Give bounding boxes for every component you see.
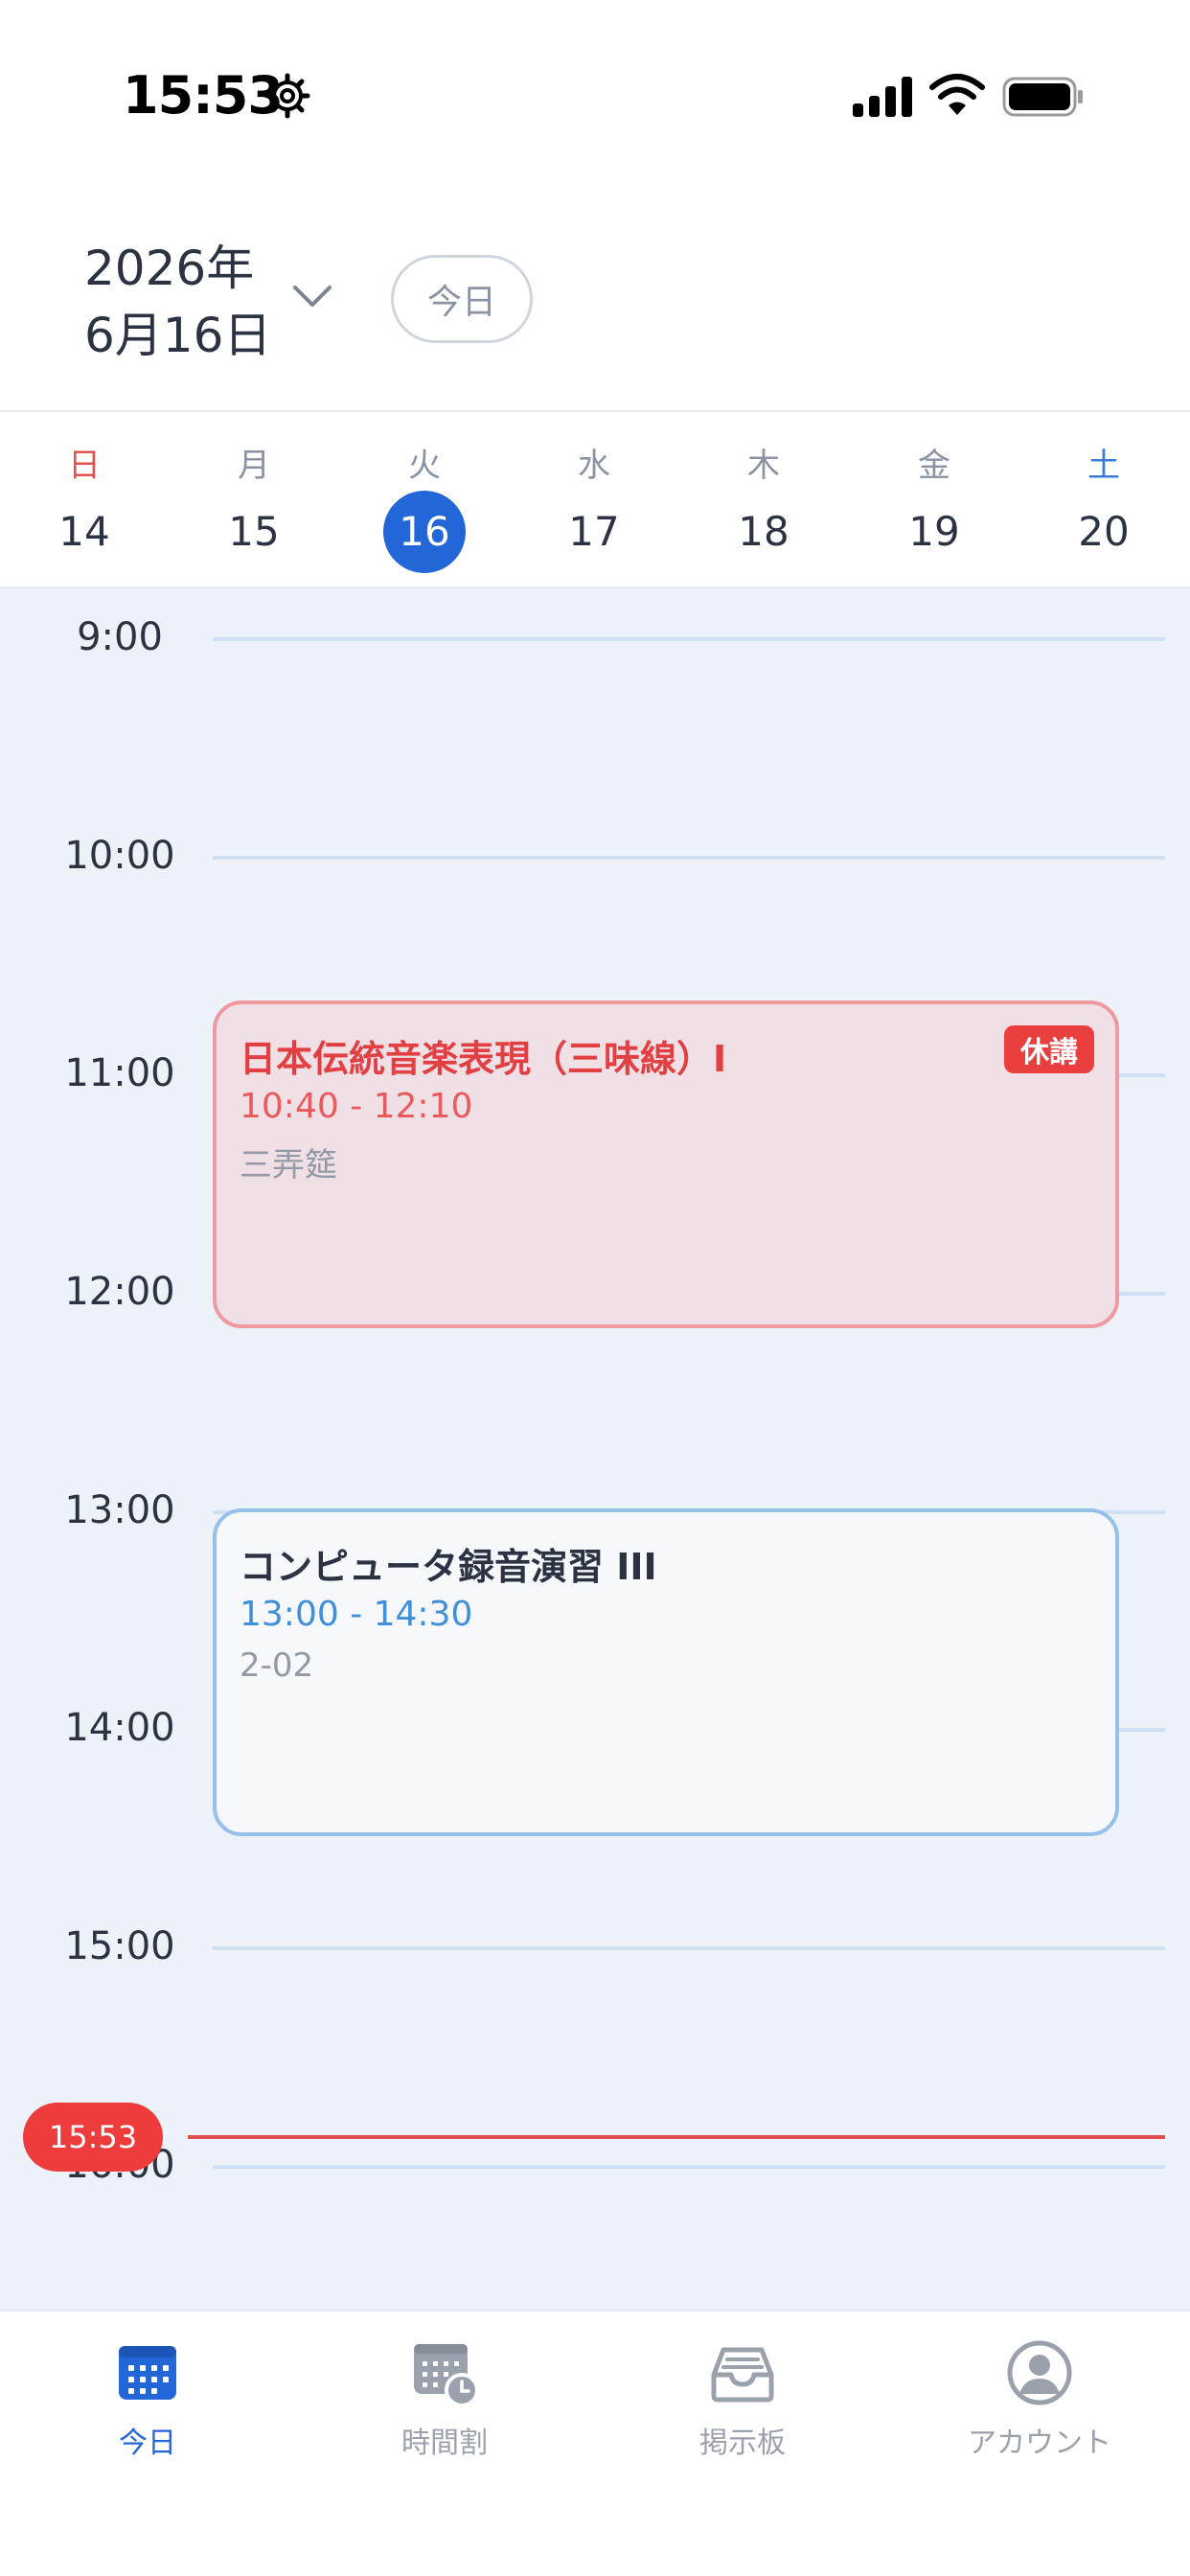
day-timeline[interactable]: 9:00 10:00 11:00 12:00 13:00 14:00 15:00…: [0, 588, 1190, 2310]
tab-label: 掲示板: [699, 2426, 786, 2460]
day-number: 19: [908, 508, 960, 555]
event-card-cancelled[interactable]: 日本伝統音楽表現（三味線）I 10:40 - 12:10 三弄筵 休講: [213, 1000, 1119, 1328]
day-thursday[interactable]: 木 18: [706, 412, 821, 590]
hour-label: 15:00: [64, 1924, 175, 1968]
day-name: 水: [578, 447, 610, 485]
hour-label: 12:00: [64, 1270, 175, 1314]
hour-label: 13:00: [64, 1488, 175, 1532]
tab-bar: 今日 時間割 掲示板 アカウント: [0, 2310, 1190, 2576]
tab-today[interactable]: 今日: [52, 2336, 243, 2471]
hour-label: 14:00: [64, 1706, 175, 1750]
gear-icon: [264, 73, 310, 119]
tab-account[interactable]: アカウント: [944, 2336, 1135, 2471]
day-name: 木: [747, 447, 780, 485]
day-name: 月: [238, 447, 270, 485]
chevron-down-icon[interactable]: [289, 280, 335, 314]
status-bar: 15:53: [0, 0, 1190, 192]
status-time: 15:53: [123, 65, 284, 126]
day-number: 14: [58, 508, 110, 555]
day-saturday[interactable]: 土 20: [1046, 412, 1161, 590]
tab-timetable[interactable]: 時間割: [349, 2336, 540, 2471]
calendar-clock-icon: [414, 2344, 479, 2407]
event-room: 2-02: [240, 1646, 314, 1685]
day-name: 日: [68, 447, 101, 485]
day-number: 18: [738, 508, 790, 555]
date-title[interactable]: 2026年 6月16日: [84, 235, 271, 369]
hour-line: [213, 2165, 1165, 2169]
day-monday[interactable]: 月 15: [196, 412, 311, 590]
day-number-selected: 16: [383, 491, 466, 573]
date-year: 2026年: [84, 241, 255, 296]
event-room: 三弄筵: [240, 1146, 337, 1184]
account-icon: [1007, 2340, 1072, 2405]
battery-icon: [1002, 77, 1083, 117]
tab-label: 時間割: [401, 2426, 488, 2460]
wifi-icon: [929, 74, 985, 115]
hour-label: 10:00: [64, 834, 175, 878]
event-title: コンピュータ録音演習 III: [240, 1546, 657, 1588]
inbox-tray-icon: [711, 2347, 774, 2403]
tab-bulletin-board[interactable]: 掲示板: [647, 2336, 838, 2471]
tab-label: 今日: [119, 2426, 176, 2460]
day-sunday[interactable]: 日 14: [27, 412, 142, 590]
day-wednesday[interactable]: 水 17: [537, 412, 652, 590]
date-month-day: 6月16日: [84, 308, 272, 363]
current-time-badge: 15:53: [23, 2103, 163, 2172]
day-number: 17: [568, 508, 620, 555]
hour-line: [213, 1946, 1165, 1950]
day-number: 20: [1078, 508, 1130, 555]
day-number: 15: [228, 508, 280, 555]
hour-label: 9:00: [77, 615, 163, 659]
hour-line: [213, 856, 1165, 860]
day-name: 火: [408, 447, 441, 485]
tab-label: アカウント: [968, 2426, 1111, 2460]
hour-line: [213, 637, 1165, 641]
day-friday[interactable]: 金 19: [877, 412, 992, 590]
event-time: 13:00 - 14:30: [240, 1595, 473, 1634]
cancelled-badge: 休講: [1004, 1025, 1094, 1073]
hour-label: 11:00: [64, 1051, 175, 1095]
current-time-line: [188, 2135, 1165, 2139]
today-button[interactable]: 今日: [391, 255, 533, 343]
day-name: 金: [918, 447, 950, 485]
calendar-icon: [119, 2346, 176, 2400]
cellular-signal-icon: [853, 77, 912, 117]
event-time: 10:40 - 12:10: [240, 1087, 473, 1126]
day-tuesday[interactable]: 火 16: [367, 412, 482, 590]
event-card[interactable]: コンピュータ録音演習 III 13:00 - 14:30 2-02: [213, 1508, 1119, 1836]
week-strip: 日 14 月 15 火 16 水 17 木 18 金 19 土 20: [0, 410, 1190, 588]
event-title: 日本伝統音楽表現（三味線）I: [240, 1038, 727, 1080]
day-name: 土: [1087, 447, 1120, 485]
